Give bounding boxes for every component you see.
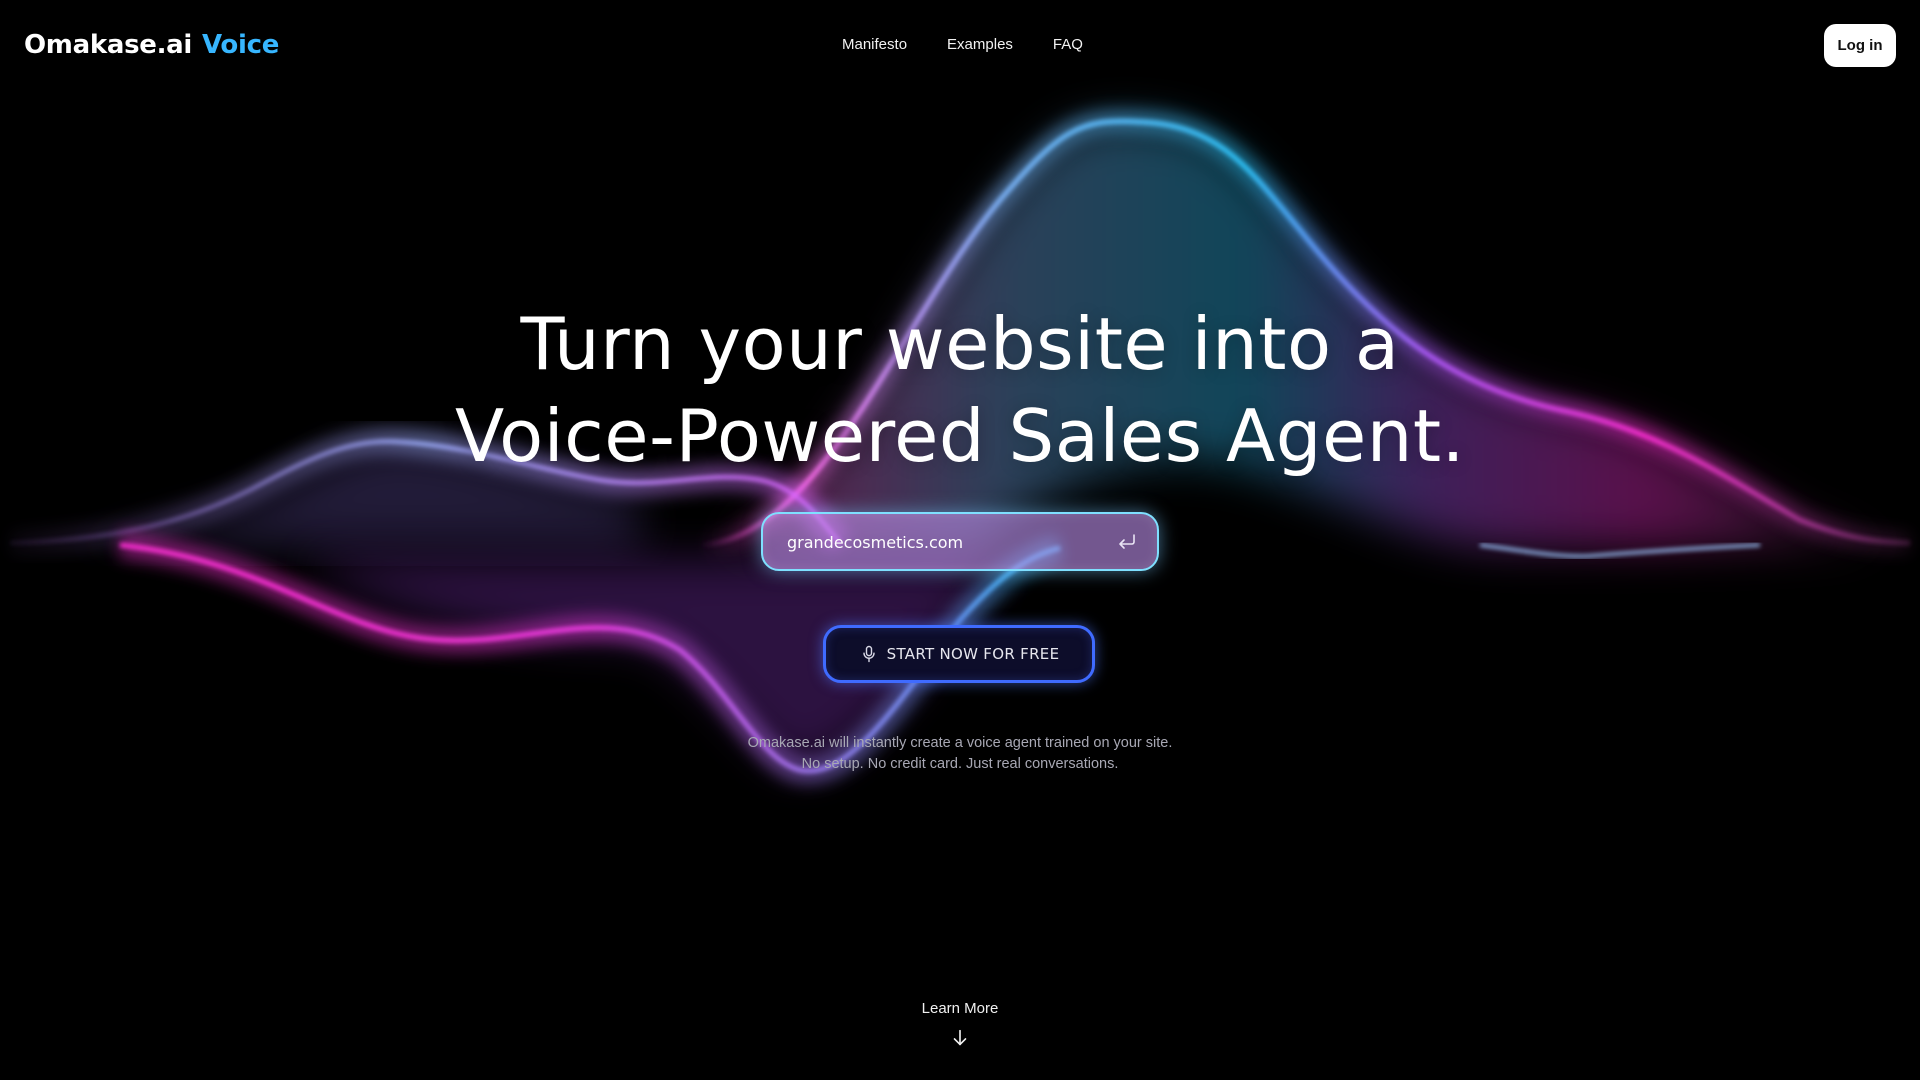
brand-logo[interactable]: Omakase.ai Voice [24,30,279,60]
nav-link-examples[interactable]: Examples [947,36,1013,53]
hero-title-line-2: Voice-Powered Sales Agent. [454,394,1466,478]
brand-name: Omakase.ai [24,30,193,60]
website-url-field [761,512,1159,571]
product-name: Voice [202,30,280,60]
subtext-line-1: Omakase.ai will instantly create a voice… [747,735,1173,751]
learn-more-label: Learn More [921,1000,999,1017]
start-now-button[interactable]: START NOW FOR FREE [823,625,1095,683]
nav-link-faq[interactable]: FAQ [1053,36,1083,53]
hero-title: Turn your website into a Voice-Powered S… [0,298,1920,482]
login-button[interactable]: Log in [1824,24,1896,67]
start-now-label: START NOW FOR FREE [886,645,1060,663]
landing-page: Omakase.ai Voice Manifesto Examples FAQ L… [0,0,1920,1080]
hero-subtext: Omakase.ai will instantly create a voice… [0,733,1920,775]
learn-more-link[interactable]: Learn More [860,1000,1060,1049]
nav-link-manifesto[interactable]: Manifesto [842,36,907,53]
microphone-icon [862,645,875,663]
arrow-down-icon [953,1029,967,1046]
website-url-input[interactable] [785,514,1089,571]
top-navigation-bar: Omakase.ai Voice Manifesto Examples FAQ L… [0,0,1920,92]
hero-title-line-1: Turn your website into a [520,302,1400,386]
enter-return-icon[interactable] [1115,530,1139,554]
main-nav: Manifesto Examples FAQ [842,36,1083,53]
subtext-line-2: No setup. No credit card. Just real conv… [801,756,1119,772]
